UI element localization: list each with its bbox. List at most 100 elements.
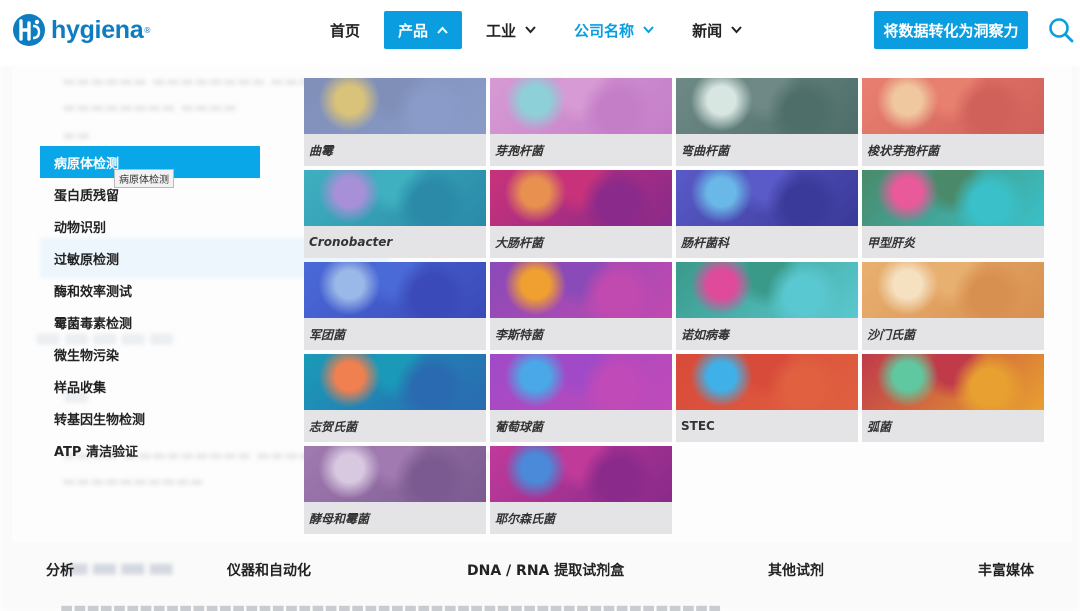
trademark-mark: ®	[143, 25, 152, 35]
category-instruments[interactable]: 仪器和自动化	[227, 560, 311, 580]
product-tile-label: 甲型肝炎	[862, 226, 1044, 258]
product-tile[interactable]: 葡萄球菌	[490, 354, 672, 442]
product-tile[interactable]: Cronobacter	[304, 170, 486, 258]
nav-item-news[interactable]: 新闻	[678, 11, 756, 49]
product-tile[interactable]: 梭状芽孢杆菌	[862, 78, 1044, 166]
product-tile[interactable]: 弧菌	[862, 354, 1044, 442]
microbe-image	[676, 354, 858, 410]
product-tile-label: 诺如病毒	[676, 318, 858, 350]
microbe-image	[304, 446, 486, 502]
product-tile[interactable]: 大肠杆菌	[490, 170, 672, 258]
product-tile-label: 李斯特菌	[490, 318, 672, 350]
sidebar-item-sample-collection[interactable]: 样品收集	[40, 370, 260, 402]
product-tile[interactable]: 曲霉	[304, 78, 486, 166]
sidebar-item-allergen[interactable]: 过敏原检测	[40, 242, 260, 274]
microbe-image	[676, 78, 858, 134]
product-tile-label: STEC	[676, 410, 858, 442]
product-tile-label: 弧菌	[862, 410, 1044, 442]
sidebar-item-animal-id[interactable]: 动物识别	[40, 210, 260, 242]
microbe-image	[862, 78, 1044, 134]
product-tile[interactable]: 李斯特菌	[490, 262, 672, 350]
product-tile[interactable]: 甲型肝炎	[862, 170, 1044, 258]
product-tile-label: 军团菌	[304, 318, 486, 350]
sidebar-item-label: ATP 清洁验证	[54, 444, 138, 460]
chevron-down-icon	[643, 24, 654, 37]
product-tile[interactable]: STEC	[676, 354, 858, 442]
nav-item-label: 工业	[486, 21, 517, 40]
sidebar-item-label: 过敏原检测	[54, 252, 120, 268]
product-tile-label: 志贺氏菌	[304, 410, 486, 442]
product-tile[interactable]: 军团菌	[304, 262, 486, 350]
product-tile-label: 肠杆菌科	[676, 226, 858, 258]
brand-logo[interactable]: hygiena ®	[12, 12, 151, 48]
microbe-image	[676, 170, 858, 226]
sidebar-item-gmo[interactable]: 转基因生物检测	[40, 402, 260, 434]
product-tile-label: 弯曲杆菌	[676, 134, 858, 166]
category-other-reagents[interactable]: 其他试剂	[768, 560, 824, 580]
sidebar-item-label: 转基因生物检测	[54, 412, 146, 428]
sidebar-item-label: 酶和效率测试	[54, 284, 133, 300]
product-tile[interactable]: 芽孢杆菌	[490, 78, 672, 166]
microbe-image	[304, 262, 486, 318]
nav-item-company[interactable]: 公司名称	[560, 11, 668, 49]
microbe-image	[304, 354, 486, 410]
sidebar-item-label: 病原体检测	[54, 156, 120, 172]
product-tile-label: 曲霉	[304, 134, 486, 166]
product-tile-label: 葡萄球菌	[490, 410, 672, 442]
product-tile-label: 梭状芽孢杆菌	[862, 134, 1044, 166]
sidebar-item-label: 样品收集	[54, 380, 107, 396]
microbe-image	[676, 262, 858, 318]
product-tile[interactable]: 肠杆菌科	[676, 170, 858, 258]
nav-item-label: 新闻	[692, 21, 723, 40]
category-extraction-kits[interactable]: DNA / RNA 提取试剂盒	[467, 560, 624, 580]
microbe-image	[862, 262, 1044, 318]
product-tile-label: 大肠杆菌	[490, 226, 672, 258]
microbe-image	[304, 78, 486, 134]
brand-name: hygiena	[51, 15, 144, 44]
microbe-image	[490, 446, 672, 502]
sidebar-item-mycotoxin[interactable]: 霉菌毒素检测	[40, 306, 260, 338]
product-tile[interactable]: 弯曲杆菌	[676, 78, 858, 166]
product-category-sidebar: 病原体检测 蛋白质残留 动物识别 过敏原检测 酶和效率测试 霉菌毒素检测 微生物…	[40, 146, 260, 466]
chevron-up-icon	[437, 24, 448, 37]
product-tile[interactable]: 诺如病毒	[676, 262, 858, 350]
sidebar-item-label: 蛋白质残留	[54, 188, 120, 204]
product-tile-label: 耶尔森氏菌	[490, 502, 672, 534]
background-paragraph-6: ▬▬▬▬▬▬▬▬▬▬▬▬▬▬▬▬▬▬▬▬▬▬▬▬▬▬▬▬▬▬▬▬▬▬▬▬▬▬▬▬…	[60, 600, 722, 611]
microbe-image	[490, 262, 672, 318]
main-nav: 首页 产品 工业 公司名称 新闻	[316, 11, 766, 49]
category-analysis[interactable]: 分析	[46, 560, 74, 580]
site-header: hygiena ® 首页 产品 工业 公司名称 新闻 将数据转化为洞察力	[0, 0, 1080, 62]
sidebar-item-label: 动物识别	[54, 220, 107, 236]
nav-item-home[interactable]: 首页	[316, 11, 374, 49]
chevron-down-icon	[731, 24, 742, 37]
tooltip: 病原体检测	[114, 169, 174, 188]
nav-item-label: 产品	[398, 21, 429, 40]
category-media[interactable]: 丰富媒体	[978, 560, 1034, 580]
product-tile[interactable]: 酵母和霉菌	[304, 446, 486, 534]
pathogen-tile-grid: 曲霉 芽孢杆菌 弯曲杆菌 梭状芽孢杆菌 Cronobacter 大肠杆菌 肠杆菌科 甲型肝炎军…	[304, 78, 1044, 534]
product-tile[interactable]: 耶尔森氏菌	[490, 446, 672, 534]
sidebar-item-label: 微生物污染	[54, 348, 120, 364]
bottom-category-row: 分析 仪器和自动化 DNA / RNA 提取试剂盒 其他试剂 丰富媒体	[0, 548, 1080, 590]
product-tile-label: 酵母和霉菌	[304, 502, 486, 534]
nav-item-label: 公司名称	[574, 21, 635, 40]
microbe-image	[862, 170, 1044, 226]
product-tile[interactable]: 志贺氏菌	[304, 354, 486, 442]
sidebar-item-enzyme[interactable]: 酶和效率测试	[40, 274, 260, 306]
sidebar-item-atp[interactable]: ATP 清洁验证	[40, 434, 260, 466]
product-tile-label: Cronobacter	[304, 226, 486, 258]
microbe-image	[490, 78, 672, 134]
nav-item-industry[interactable]: 工业	[472, 11, 550, 49]
sidebar-item-microbial[interactable]: 微生物污染	[40, 338, 260, 370]
product-tile-label: 芽孢杆菌	[490, 134, 672, 166]
product-tile[interactable]: 沙门氏菌	[862, 262, 1044, 350]
product-tile-label: 沙门氏菌	[862, 318, 1044, 350]
nav-item-products[interactable]: 产品	[384, 11, 463, 49]
chevron-down-icon	[525, 24, 536, 37]
insights-cta-button[interactable]: 将数据转化为洞察力	[874, 11, 1028, 49]
microbe-image	[304, 170, 486, 226]
microbe-image	[862, 354, 1044, 410]
search-icon[interactable]	[1048, 17, 1074, 43]
microbe-image	[490, 354, 672, 410]
